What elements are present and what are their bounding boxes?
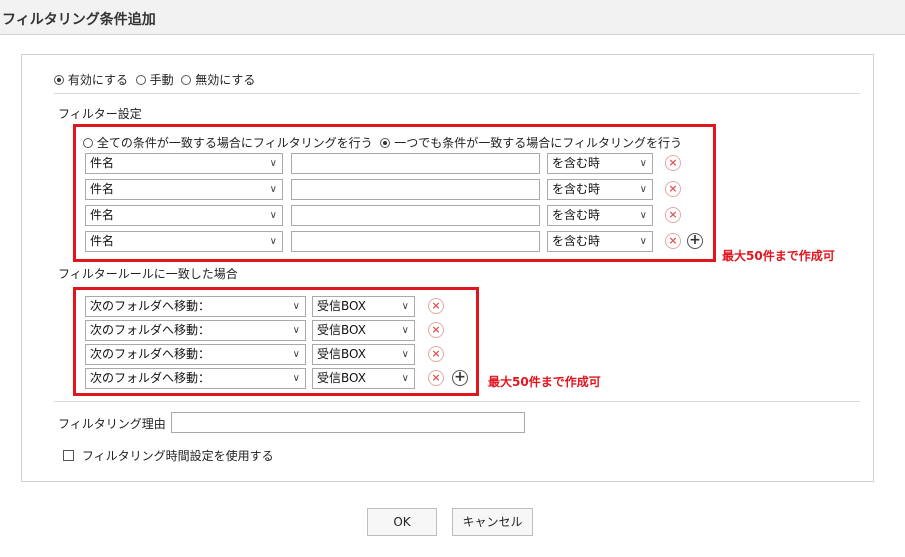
cancel-button[interactable]: キャンセル bbox=[452, 508, 533, 536]
match-label-all: 全ての条件が一致する場合にフィルタリングを行う bbox=[96, 136, 373, 150]
delete-action-button[interactable]: × bbox=[428, 346, 444, 362]
action-type-select[interactable]: 次のフォルダへ移動： ∨ bbox=[85, 368, 306, 389]
divider bbox=[54, 93, 860, 94]
mode-radio-disable[interactable] bbox=[181, 75, 192, 85]
delete-action-button[interactable]: × bbox=[428, 370, 444, 386]
match-radio-all[interactable] bbox=[83, 138, 93, 148]
rule-condition-select[interactable]: を含む時 ∨ bbox=[547, 231, 653, 252]
rule-limit-note: 最大50件まで作成可 bbox=[722, 249, 835, 263]
chevron-down-icon: ∨ bbox=[269, 184, 277, 195]
delete-rule-button[interactable]: × bbox=[665, 181, 681, 197]
folder-select[interactable]: 受信BOX ∨ bbox=[312, 320, 415, 341]
mode-radio-manual[interactable] bbox=[135, 75, 146, 85]
chevron-down-icon: ∨ bbox=[292, 301, 300, 312]
match-label-any: 一つでも条件が一致する場合にフィルタリングを行う bbox=[394, 136, 683, 150]
chevron-down-icon: ∨ bbox=[639, 158, 647, 169]
chevron-down-icon: ∨ bbox=[269, 236, 277, 247]
dialog-title: フィルタリング条件追加 bbox=[2, 12, 156, 28]
folder-value: 受信BOX bbox=[317, 299, 366, 313]
delete-rule-button[interactable]: × bbox=[665, 155, 681, 171]
time-setting-label: フィルタリング時間設定を使用する bbox=[81, 449, 274, 463]
dialog-titlebar: フィルタリング条件追加 bbox=[0, 0, 905, 35]
folder-select[interactable]: 受信BOX ∨ bbox=[312, 344, 415, 365]
rule-field-value: 件名 bbox=[90, 182, 115, 196]
rule-field-value: 件名 bbox=[90, 156, 115, 170]
rule-field-select[interactable]: 件名 ∨ bbox=[85, 153, 283, 174]
mode-radio-group: 有効にする 手動 無効にする bbox=[54, 71, 255, 88]
chevron-down-icon: ∨ bbox=[401, 325, 409, 336]
chevron-down-icon: ∨ bbox=[292, 325, 300, 336]
rule-condition-value: を含む時 bbox=[552, 156, 601, 170]
rule-condition-select[interactable]: を含む時 ∨ bbox=[547, 179, 653, 200]
actions-heading: フィルタールールに一致した場合 bbox=[58, 267, 238, 281]
action-limit-note: 最大50件まで作成可 bbox=[488, 375, 601, 389]
rule-field-select[interactable]: 件名 ∨ bbox=[85, 205, 283, 226]
mode-label-disable: 無効にする bbox=[195, 73, 256, 87]
ok-button[interactable]: OK bbox=[367, 508, 437, 536]
chevron-down-icon: ∨ bbox=[292, 349, 300, 360]
add-action-button[interactable]: + bbox=[452, 370, 468, 386]
action-type-value: 次のフォルダへ移動： bbox=[90, 347, 211, 361]
delete-action-button[interactable]: × bbox=[428, 298, 444, 314]
chevron-down-icon: ∨ bbox=[269, 210, 277, 221]
rule-field-select[interactable]: 件名 ∨ bbox=[85, 179, 283, 200]
chevron-down-icon: ∨ bbox=[639, 210, 647, 221]
chevron-down-icon: ∨ bbox=[639, 236, 647, 247]
reason-input[interactable] bbox=[171, 412, 525, 433]
chevron-down-icon: ∨ bbox=[639, 184, 647, 195]
rule-condition-value: を含む時 bbox=[552, 234, 601, 248]
delete-action-button[interactable]: × bbox=[428, 322, 444, 338]
mode-radio-enable[interactable] bbox=[54, 75, 64, 85]
folder-select[interactable]: 受信BOX ∨ bbox=[312, 296, 415, 317]
chevron-down-icon: ∨ bbox=[269, 158, 277, 169]
time-setting-checkbox[interactable] bbox=[63, 450, 74, 461]
rule-field-select[interactable]: 件名 ∨ bbox=[85, 231, 283, 252]
add-rule-button[interactable]: + bbox=[687, 233, 703, 249]
chevron-down-icon: ∨ bbox=[401, 301, 409, 312]
match-radio-any[interactable] bbox=[380, 138, 391, 148]
action-type-select[interactable]: 次のフォルダへ移動： ∨ bbox=[85, 296, 306, 317]
rule-value-input[interactable] bbox=[291, 205, 540, 226]
action-type-value: 次のフォルダへ移動： bbox=[90, 371, 211, 385]
mode-label-manual: 手動 bbox=[149, 73, 174, 87]
rule-condition-select[interactable]: を含む時 ∨ bbox=[547, 205, 653, 226]
rule-condition-select[interactable]: を含む時 ∨ bbox=[547, 153, 653, 174]
rule-field-value: 件名 bbox=[90, 234, 115, 248]
chevron-down-icon: ∨ bbox=[292, 373, 300, 384]
time-setting-option: フィルタリング時間設定を使用する bbox=[63, 447, 274, 464]
rule-condition-value: を含む時 bbox=[552, 208, 601, 222]
folder-value: 受信BOX bbox=[317, 347, 366, 361]
reason-label: フィルタリング理由 bbox=[58, 417, 166, 431]
delete-rule-button[interactable]: × bbox=[665, 207, 681, 223]
rule-field-value: 件名 bbox=[90, 208, 115, 222]
action-type-select[interactable]: 次のフォルダへ移動： ∨ bbox=[85, 344, 306, 365]
folder-value: 受信BOX bbox=[317, 323, 366, 337]
action-type-select[interactable]: 次のフォルダへ移動： ∨ bbox=[85, 320, 306, 341]
delete-rule-button[interactable]: × bbox=[665, 233, 681, 249]
rule-value-input[interactable] bbox=[291, 153, 540, 174]
folder-select[interactable]: 受信BOX ∨ bbox=[312, 368, 415, 389]
action-type-value: 次のフォルダへ移動： bbox=[90, 299, 211, 313]
mode-label-enable: 有効にする bbox=[67, 73, 128, 87]
rule-value-input[interactable] bbox=[291, 179, 540, 200]
filter-settings-heading: フィルター設定 bbox=[58, 107, 142, 121]
action-type-value: 次のフォルダへ移動： bbox=[90, 323, 211, 337]
chevron-down-icon: ∨ bbox=[401, 373, 409, 384]
rule-condition-value: を含む時 bbox=[552, 182, 601, 196]
folder-value: 受信BOX bbox=[317, 371, 366, 385]
rule-value-input[interactable] bbox=[291, 231, 540, 252]
match-radio-group: 全ての条件が一致する場合にフィルタリングを行う 一つでも条件が一致する場合にフィ… bbox=[83, 134, 682, 151]
divider bbox=[54, 401, 860, 402]
chevron-down-icon: ∨ bbox=[401, 349, 409, 360]
filter-form-panel: 有効にする 手動 無効にする フィルター設定 全ての条件が一致する場合にフィルタ… bbox=[21, 54, 874, 482]
